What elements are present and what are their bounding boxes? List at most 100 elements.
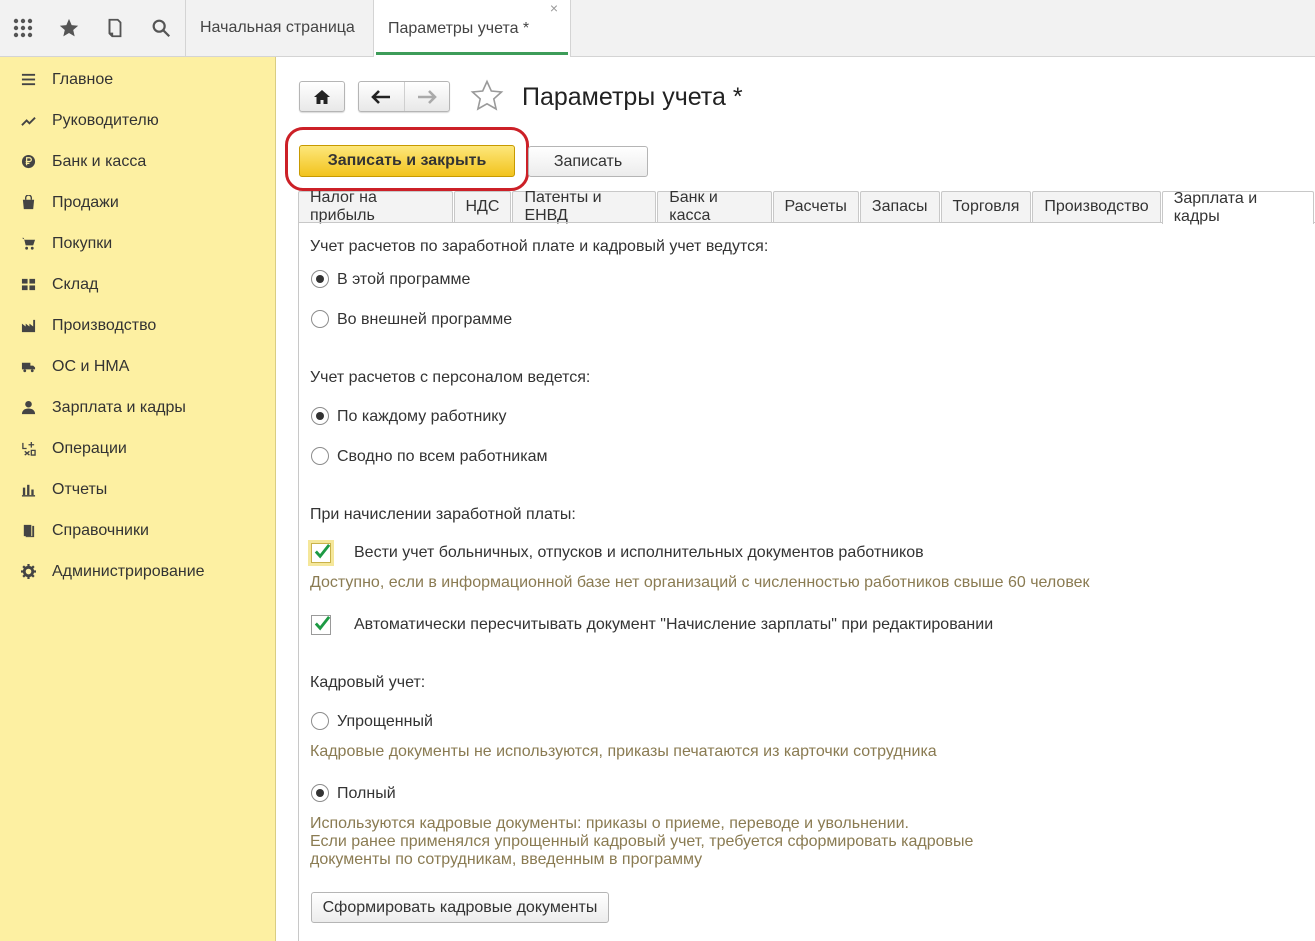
sidebar-item-label: Производство [52, 316, 157, 334]
tab-home-page[interactable]: Начальная страница [185, 0, 373, 56]
sidebar-item-label: Операции [52, 439, 127, 457]
radio-hr-simple-label[interactable]: Упрощенный [337, 713, 433, 731]
trend-icon [0, 113, 52, 128]
sidebar-item-reports[interactable]: Отчеты [0, 469, 276, 510]
operations-icon [0, 441, 52, 456]
home-button[interactable] [299, 81, 345, 112]
book-icon [0, 523, 52, 538]
tab-patents[interactable]: Патенты и ЕНВД [512, 189, 657, 224]
warehouse-icon [0, 277, 52, 292]
generate-hr-documents-button[interactable]: Сформировать кадровые документы [311, 892, 609, 923]
sidebar-item-operations[interactable]: Операции [0, 428, 276, 469]
checkbox-auto-recalc[interactable] [311, 615, 331, 635]
radio-hr-full-label[interactable]: Полный [337, 785, 396, 803]
cart-icon [0, 236, 52, 251]
sidebar-item-warehouse[interactable]: Склад [0, 264, 276, 305]
radio-summary-label[interactable]: Сводно по всем работникам [337, 448, 547, 466]
checkbox-auto-recalc-label[interactable]: Автоматически пересчитывать документ "На… [354, 616, 993, 634]
radio-hr-simple[interactable] [311, 712, 329, 730]
tab-payroll[interactable]: Зарплата и кадры [1161, 190, 1314, 225]
forward-button[interactable] [403, 82, 449, 111]
radio-per-employee-label[interactable]: По каждому работнику [337, 408, 506, 426]
radio-per-employee[interactable] [311, 407, 329, 425]
radio-hr-full[interactable] [311, 784, 329, 802]
sidebar-item-label: Отчеты [52, 480, 108, 498]
sidebar-item-label: Продажи [52, 193, 119, 211]
factory-icon [0, 318, 52, 333]
menu-lines-icon [0, 72, 52, 87]
hr-full-hint-line: Используются кадровые документы: приказы… [310, 815, 909, 832]
accrual-label: При начислении заработной платы: [310, 506, 576, 523]
star-icon[interactable] [46, 0, 92, 56]
shopping-bag-icon [0, 195, 52, 210]
arrow-right-icon [417, 89, 437, 104]
radio-this-program-label[interactable]: В этой программе [337, 271, 470, 289]
sidebar-item-main[interactable]: Главное [0, 59, 276, 100]
check-mark-icon [314, 615, 331, 631]
sidebar-item-administration[interactable]: Администрирование [0, 551, 276, 592]
person-icon [0, 400, 52, 415]
bar-chart-icon [0, 482, 52, 497]
back-button[interactable] [359, 82, 404, 111]
radio-external-program-label[interactable]: Во внешней программе [337, 311, 512, 329]
sidebar-item-label: Справочники [52, 521, 149, 539]
sidebar-item-label: Склад [52, 275, 99, 293]
sidebar: Главное Руководителю Банк и касса Продаж… [0, 57, 276, 941]
top-bar: Начальная страница Параметры учета * × [0, 0, 1315, 57]
tab-vat[interactable]: НДС [453, 191, 512, 222]
search-icon[interactable] [138, 0, 184, 56]
tab-settlements[interactable]: Расчеты [772, 191, 859, 222]
apps-grid-icon[interactable] [0, 0, 46, 56]
tab-accounting-parameters-label: Параметры учета * [388, 19, 530, 37]
main-content: Параметры учета * Записать и закрыть Зап… [277, 57, 1315, 941]
save-button[interactable]: Записать [528, 146, 648, 177]
checkbox-sick-leave-label[interactable]: Вести учет больничных, отпусков и исполн… [354, 544, 924, 562]
tab-home-page-label: Начальная страница [200, 19, 355, 36]
page-title: Параметры учета * [522, 83, 743, 111]
hr-simple-hint: Кадровые документы не используются, прик… [310, 743, 937, 760]
close-icon[interactable]: × [550, 0, 558, 16]
sidebar-item-label: Администрирование [52, 562, 205, 580]
sidebar-item-label: Главное [52, 70, 114, 88]
radio-summary[interactable] [311, 447, 329, 465]
truck-icon [0, 359, 52, 374]
top-toolbar [0, 0, 185, 56]
tab-profit-tax[interactable]: Налог на прибыль [298, 189, 453, 224]
sidebar-item-purchases[interactable]: Покупки [0, 223, 276, 264]
tab-accounting-parameters[interactable]: Параметры учета * × [373, 0, 571, 57]
sick-leave-hint: Доступно, если в информационной базе нет… [310, 574, 1090, 591]
sidebar-item-label: Покупки [52, 234, 113, 252]
sidebar-item-bank[interactable]: Банк и касса [0, 141, 276, 182]
tab-inventory[interactable]: Запасы [859, 191, 940, 222]
sidebar-item-payroll[interactable]: Зарплата и кадры [0, 387, 276, 428]
radio-this-program[interactable] [311, 270, 329, 288]
history-icon[interactable] [92, 0, 138, 56]
radio-external-program[interactable] [311, 310, 329, 328]
home-icon [314, 89, 330, 104]
tab-trade[interactable]: Торговля [940, 191, 1032, 222]
personnel-label: Учет расчетов с персоналом ведется: [310, 369, 591, 386]
hr-label: Кадровый учет: [310, 674, 426, 691]
hr-full-hint: Используются кадровые документы: приказы… [310, 815, 973, 869]
highlight-ring [285, 127, 529, 191]
settings-tabs: Налог на прибыль НДС Патенты и ЕНВД Банк… [298, 189, 1315, 225]
ruble-coin-icon [0, 154, 52, 169]
tab-production[interactable]: Производство [1032, 191, 1161, 222]
checkbox-sick-leave[interactable] [311, 543, 331, 563]
sidebar-item-label: Руководителю [52, 111, 159, 129]
sidebar-item-fixed-assets[interactable]: ОС и НМА [0, 346, 276, 387]
tab-bank[interactable]: Банк и касса [657, 189, 772, 224]
favorite-star-icon[interactable] [470, 79, 504, 113]
sidebar-item-label: Зарплата и кадры [52, 398, 186, 416]
sidebar-item-production[interactable]: Производство [0, 305, 276, 346]
arrow-left-icon [371, 89, 391, 104]
payroll-label: Учет расчетов по заработной плате и кадр… [310, 238, 769, 255]
hr-full-hint-line: Если ранее применялся упрощенный кадровы… [310, 833, 974, 850]
hr-full-hint-line: документы по сотрудникам, введенным в пр… [310, 851, 703, 868]
check-mark-icon [314, 543, 331, 559]
sidebar-item-label: ОС и НМА [52, 357, 130, 375]
sidebar-item-manager[interactable]: Руководителю [0, 100, 276, 141]
sidebar-item-directories[interactable]: Справочники [0, 510, 276, 551]
sidebar-item-label: Банк и касса [52, 152, 147, 170]
sidebar-item-sales[interactable]: Продажи [0, 182, 276, 223]
